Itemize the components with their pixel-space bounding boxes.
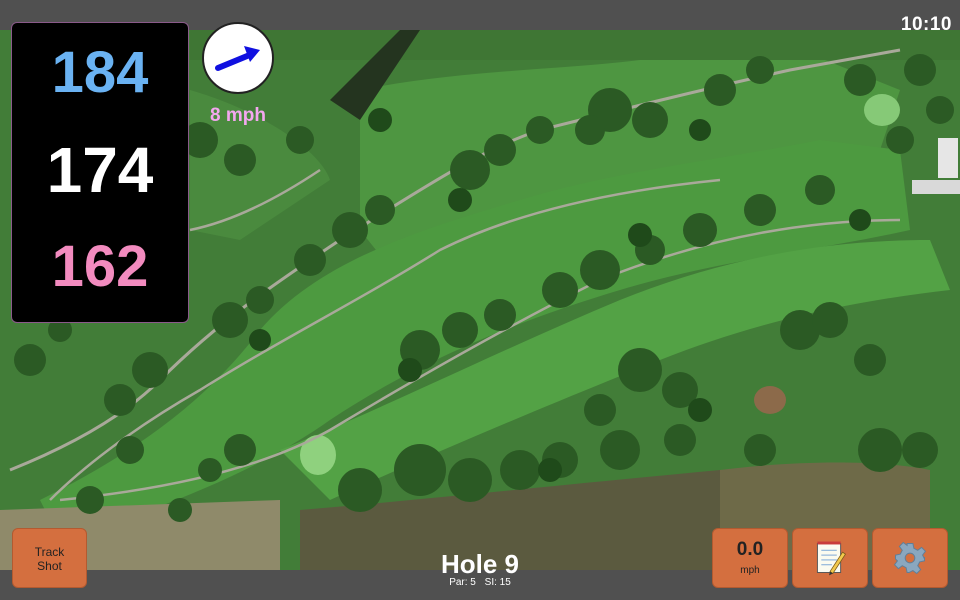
hole-info: Par: 5 SI: 15 [380,577,580,588]
center-distance: 174 [46,134,154,206]
stroke-index-label: SI: 15 [484,577,511,588]
gear-icon [893,541,927,575]
wind-indicator [202,22,274,94]
front-distance: 162 [51,234,149,299]
notepad-icon [816,541,846,576]
wind-speed-button[interactable]: 0.0 mph [712,528,788,588]
arrow-icon [215,46,260,71]
wind-button-unit: mph [740,565,760,576]
track-shot-label-line2: Shot [37,559,62,573]
hole-title: Hole 9 [440,549,520,579]
distance-panel: 184 174 162 [11,22,189,323]
back-distance: 184 [51,40,149,105]
settings-button[interactable] [872,528,948,588]
notes-button[interactable] [792,528,868,588]
track-shot-label-line1: Track [34,545,65,559]
wind-button-value: 0.0 [736,539,764,560]
par-label: Par: 5 [449,577,476,588]
wind-speed-label: 8 mph [210,105,266,126]
track-shot-button[interactable]: Track Shot [12,528,87,588]
